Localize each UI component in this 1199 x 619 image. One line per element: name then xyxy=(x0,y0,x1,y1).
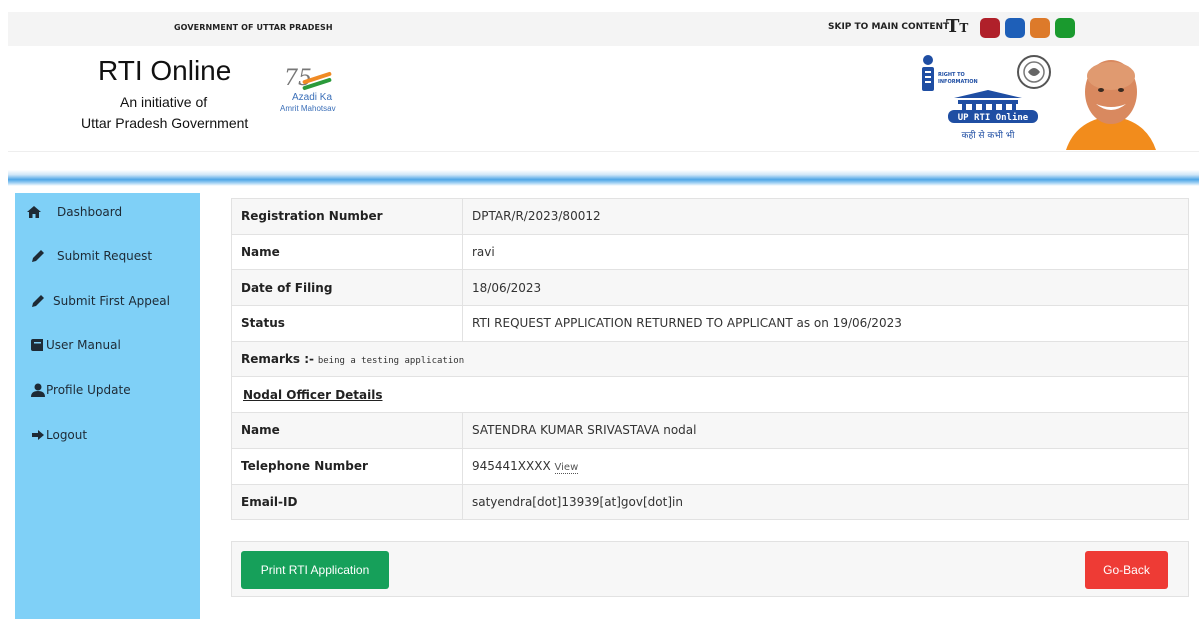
nodal-name-value: SATENDRA KUMAR SRIVASTAVA nodal xyxy=(462,412,1189,449)
date-of-filing-label: Date of Filing xyxy=(231,269,463,307)
svg-text:INFORMATION: INFORMATION xyxy=(938,79,978,85)
nodal-officer-heading-cell: Nodal Officer Details xyxy=(231,376,1189,414)
sidebar-item-submit-request[interactable]: Submit Request xyxy=(15,247,200,277)
table-row: Registration Number DPTAR/R/2023/80012 xyxy=(231,198,1189,235)
svg-text:UP RTI Online: UP RTI Online xyxy=(958,112,1029,123)
registration-number-value: DPTAR/R/2023/80012 xyxy=(462,198,1189,235)
remarks-cell: Remarks :- being a testing application xyxy=(231,340,1189,378)
site-subtitle-government: Uttar Pradesh Government xyxy=(81,115,249,131)
nodal-name-label: Name xyxy=(231,412,463,449)
date-of-filing-value: 18/06/2023 xyxy=(462,269,1189,307)
sidebar-item-user-manual[interactable]: User Manual xyxy=(15,336,200,366)
registration-number-label: Registration Number xyxy=(231,198,463,235)
view-telephone-link[interactable]: View xyxy=(554,462,579,475)
table-row: Telephone Number 945441XXXX View xyxy=(231,447,1189,485)
government-label: GOVERNMENT OF UTTAR PRADESH xyxy=(174,23,333,32)
table-row: Name SATENDRA KUMAR SRIVASTAVA nodal xyxy=(231,412,1189,449)
header-divider-band xyxy=(8,170,1199,186)
theme-blue-button[interactable] xyxy=(1005,18,1025,38)
chief-minister-photo xyxy=(1066,60,1156,150)
skip-to-main-content-link[interactable]: SKIP TO MAIN CONTENT xyxy=(828,22,949,32)
remarks-value: being a testing application xyxy=(317,356,465,367)
svg-text:RIGHT TO: RIGHT TO xyxy=(938,72,965,78)
pencil-icon xyxy=(32,250,44,262)
azadi-ka-amrit-mahotsav-logo: 75 Azadi Ka Amrit Mahotsav xyxy=(280,66,336,113)
table-row: Remarks :- being a testing application xyxy=(231,340,1189,378)
site-title: RTI Online xyxy=(98,55,232,86)
user-icon xyxy=(31,383,45,397)
home-icon xyxy=(27,206,41,218)
email-id-value: satyendra[dot]13939[at]gov[dot]in xyxy=(462,483,1189,521)
theme-orange-button[interactable] xyxy=(1030,18,1050,38)
top-utility-bar: GOVERNMENT OF UTTAR PRADESH SKIP TO MAIN… xyxy=(8,12,1199,46)
theme-green-button[interactable] xyxy=(1055,18,1075,38)
table-row: Nodal Officer Details xyxy=(231,376,1189,414)
status-label: Status xyxy=(231,305,463,342)
sidebar-item-profile-update[interactable]: Profile Update xyxy=(15,381,200,411)
status-value: RTI REQUEST APPLICATION RETURNED TO APPL… xyxy=(462,305,1189,342)
pencil-icon xyxy=(32,295,44,307)
sidebar-nav: Dashboard Submit Request Submit First Ap… xyxy=(15,193,200,619)
svg-text:कही से कभी भी: कही से कभी भी xyxy=(962,129,1016,141)
sidebar-item-logout[interactable]: Logout xyxy=(15,426,200,456)
text-size-icon[interactable]: TT xyxy=(946,16,968,39)
table-row: Email-ID satyendra[dot]13939[at]gov[dot]… xyxy=(231,483,1189,521)
print-rti-application-button[interactable]: Print RTI Application xyxy=(241,551,389,589)
site-header: RTI Online An initiative of Uttar Prades… xyxy=(8,46,1199,152)
go-back-button[interactable]: Go-Back xyxy=(1085,551,1168,589)
table-row: Date of Filing 18/06/2023 xyxy=(231,269,1189,307)
rti-application-details-table: Registration Number DPTAR/R/2023/80012 N… xyxy=(231,198,1189,521)
action-bar: Print RTI Application Go-Back xyxy=(231,541,1189,597)
name-value: ravi xyxy=(462,233,1189,271)
telephone-number-cell: 945441XXXX View xyxy=(462,447,1189,485)
sidebar-item-dashboard[interactable]: Dashboard xyxy=(15,203,200,233)
email-id-label: Email-ID xyxy=(231,483,463,521)
book-icon xyxy=(31,339,43,351)
up-rti-online-logo: RIGHT TO INFORMATION UP RTI Online कही स… xyxy=(922,55,1051,141)
table-row: Name ravi xyxy=(231,233,1189,271)
nodal-officer-heading: Nodal Officer Details xyxy=(243,387,383,402)
telephone-number-label: Telephone Number xyxy=(231,447,463,485)
name-label: Name xyxy=(231,233,463,271)
site-subtitle: An initiative of xyxy=(120,94,208,110)
sidebar-item-submit-first-appeal[interactable]: Submit First Appeal xyxy=(15,292,200,322)
table-row: Status RTI REQUEST APPLICATION RETURNED … xyxy=(231,305,1189,342)
telephone-number-value: 945441XXXX xyxy=(472,459,551,474)
theme-red-button[interactable] xyxy=(980,18,1000,38)
sign-out-icon xyxy=(32,430,44,440)
remarks-label: Remarks :- xyxy=(241,352,314,367)
